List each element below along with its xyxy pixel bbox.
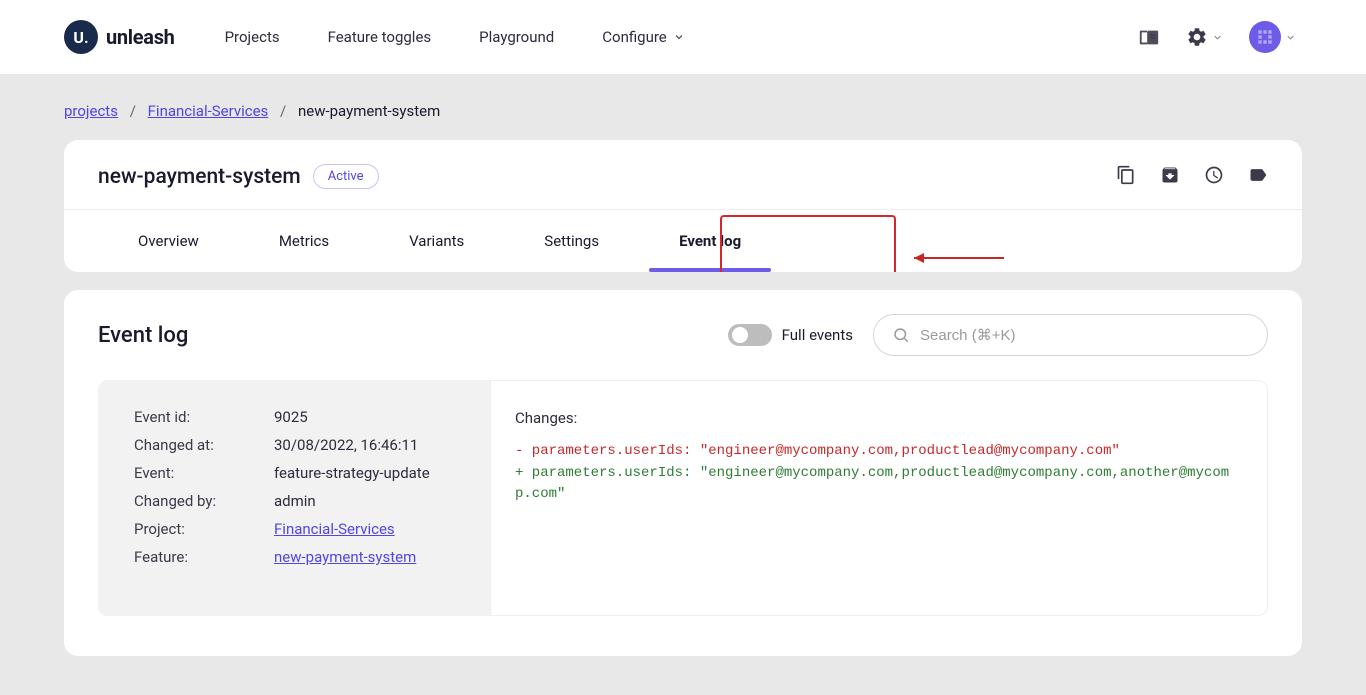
tab-variants[interactable]: Variants	[369, 210, 504, 272]
project-link[interactable]: Financial-Services	[274, 520, 395, 538]
nav-projects[interactable]: Projects	[225, 28, 280, 46]
feature-link[interactable]: new-payment-system	[274, 548, 416, 566]
chevron-down-icon	[1285, 32, 1296, 43]
diff-added-line: + parameters.userIds: "engineer@mycompan…	[515, 465, 1229, 503]
tab-overview[interactable]: Overview	[98, 210, 239, 272]
chevron-down-icon	[673, 31, 685, 43]
tab-event-log[interactable]: Event log	[639, 210, 781, 272]
feature-card: new-payment-system Active Overview	[64, 140, 1302, 272]
nav-playground[interactable]: Playground	[479, 28, 554, 46]
breadcrumb-project[interactable]: Financial-Services	[148, 102, 269, 120]
event-type-value: feature-strategy-update	[274, 464, 462, 482]
nav-feature-toggles[interactable]: Feature toggles	[328, 28, 432, 46]
archive-icon[interactable]	[1160, 165, 1180, 189]
diff-removed-line: - parameters.userIds: "engineer@mycompan…	[515, 443, 1120, 459]
tag-icon[interactable]	[1248, 165, 1268, 189]
feature-title: new-payment-system	[98, 165, 301, 189]
changed-by-value: admin	[274, 492, 462, 510]
nav-configure-label: Configure	[602, 28, 667, 46]
project-label: Project:	[134, 520, 274, 538]
tab-settings[interactable]: Settings	[504, 210, 639, 272]
settings-icon[interactable]	[1186, 26, 1223, 48]
event-id-label: Event id:	[134, 408, 274, 426]
breadcrumb-projects[interactable]: projects	[64, 102, 118, 120]
search-icon	[892, 326, 910, 344]
full-events-toggle[interactable]	[728, 324, 772, 346]
brand-logo[interactable]: U. unleash	[64, 20, 175, 54]
event-card: Event id: 9025 Changed at: 30/08/2022, 1…	[98, 380, 1268, 616]
status-badge: Active	[313, 164, 379, 189]
event-id-value: 9025	[274, 408, 462, 426]
event-type-label: Event:	[134, 464, 274, 482]
event-meta: Event id: 9025 Changed at: 30/08/2022, 1…	[98, 380, 490, 616]
feature-label: Feature:	[134, 548, 274, 566]
tab-metrics[interactable]: Metrics	[239, 210, 369, 272]
copy-icon[interactable]	[1116, 165, 1136, 189]
chevron-down-icon	[1212, 32, 1223, 43]
event-log-panel: Event log Full events Event id: 9025	[64, 290, 1302, 656]
changed-at-value: 30/08/2022, 16:46:11	[274, 436, 462, 454]
breadcrumb: projects / Financial-Services / new-paym…	[64, 74, 1302, 140]
changes-label: Changes:	[515, 409, 1243, 427]
nav-configure[interactable]: Configure	[602, 28, 685, 46]
avatar	[1249, 21, 1281, 53]
docs-icon[interactable]	[1138, 26, 1160, 48]
changed-by-label: Changed by:	[134, 492, 274, 510]
event-changes: Changes: - parameters.userIds: "engineer…	[490, 380, 1268, 616]
top-navbar: U. unleash Projects Feature toggles Play…	[0, 0, 1366, 74]
logo-badge: U.	[64, 20, 98, 54]
full-events-label: Full events	[782, 326, 853, 344]
diff-block: - parameters.userIds: "engineer@mycompan…	[515, 441, 1243, 506]
stale-icon[interactable]	[1204, 165, 1224, 189]
feature-tabs: Overview Metrics Variants Settings Event…	[64, 209, 1302, 272]
changed-at-label: Changed at:	[134, 436, 274, 454]
search-input[interactable]	[920, 327, 1249, 344]
search-box[interactable]	[873, 314, 1268, 356]
user-avatar-menu[interactable]	[1249, 21, 1296, 53]
breadcrumb-feature: new-payment-system	[298, 102, 440, 120]
panel-title: Event log	[98, 323, 188, 348]
logo-text: unleash	[106, 25, 175, 49]
